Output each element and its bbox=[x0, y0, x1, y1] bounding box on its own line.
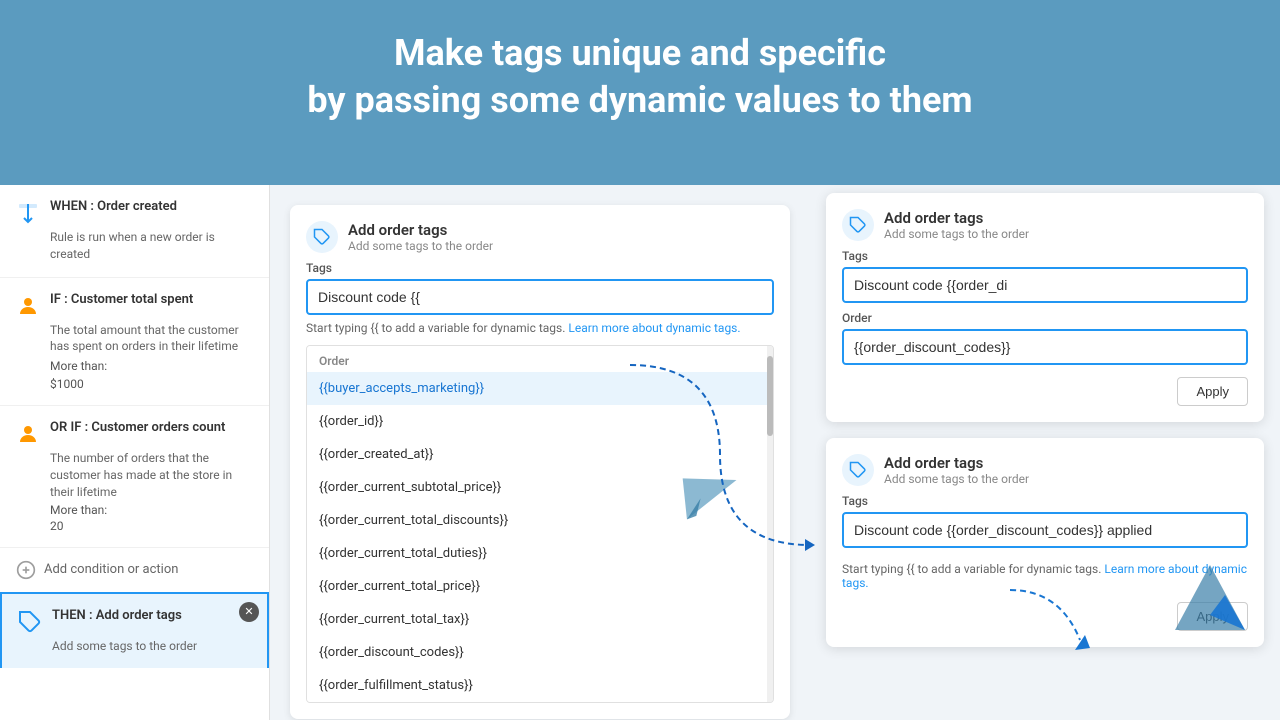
right-top-apply-button[interactable]: Apply bbox=[1177, 377, 1248, 406]
if-detail2: $1000 bbox=[16, 377, 253, 391]
dropdown-item[interactable]: {{order_discount_codes}} bbox=[307, 636, 773, 669]
sidebar-item-then[interactable]: THEN : Add order tags Add some tags to t… bbox=[0, 592, 269, 669]
arrow-decoration bbox=[1000, 580, 1100, 660]
then-title: THEN : Add order tags bbox=[52, 608, 182, 623]
tag-card-icon bbox=[313, 228, 331, 246]
right-bottom-subtitle: Add some tags to the order bbox=[884, 472, 1029, 486]
center-panel: Add order tags Add some tags to the orde… bbox=[270, 185, 810, 720]
right-top-subtitle: Add some tags to the order bbox=[884, 227, 1029, 241]
right-top-tags-input[interactable] bbox=[842, 267, 1248, 303]
dropdown-item[interactable]: {{buyer_accepts_marketing}} bbox=[307, 372, 773, 405]
hint-text: Start typing {{ to add a variable for dy… bbox=[306, 321, 774, 335]
person-icon bbox=[16, 294, 40, 318]
add-condition-button[interactable]: Add condition or action bbox=[0, 548, 269, 592]
dropdown-item[interactable]: {{order_id}} bbox=[307, 405, 773, 438]
if-detail1: More than: bbox=[16, 359, 253, 373]
right-panel: Add order tags Add some tags to the orde… bbox=[810, 185, 1280, 720]
dropdown-item[interactable]: {{order_current_total_duties}} bbox=[307, 537, 773, 570]
person-orders-icon bbox=[16, 422, 40, 446]
scrollbar-track[interactable] bbox=[767, 346, 773, 702]
add-condition-label: Add condition or action bbox=[44, 562, 178, 577]
dropdown-item[interactable]: {{order_created_at}} bbox=[307, 438, 773, 471]
right-top-section-label: Order bbox=[842, 311, 1248, 325]
if-desc: The total amount that the customer has s… bbox=[16, 322, 253, 356]
tags-field-label: Tags bbox=[306, 261, 774, 275]
orif-detail1: More than: bbox=[16, 503, 253, 517]
when-desc: Rule is run when a new order is created bbox=[16, 229, 253, 263]
dropdown-item[interactable]: {{order_fulfillment_status}} bbox=[307, 669, 773, 702]
sidebar-item-if[interactable]: IF : Customer total spent The total amou… bbox=[0, 278, 269, 407]
close-button[interactable]: ✕ bbox=[239, 602, 259, 622]
right-top-order-input[interactable] bbox=[842, 329, 1248, 365]
sidebar-item-when[interactable]: WHEN : Order created Rule is run when a … bbox=[0, 185, 269, 278]
learn-more-link[interactable]: Learn more about dynamic tags. bbox=[568, 321, 740, 335]
right-top-header: Add order tags Add some tags to the orde… bbox=[842, 209, 1248, 241]
dropdown-item[interactable]: {{order_current_total_tax}} bbox=[307, 603, 773, 636]
dropdown-section: Order bbox=[307, 346, 773, 372]
sidebar-item-orif[interactable]: OR IF : Customer orders count The number… bbox=[0, 406, 269, 547]
sidebar: WHEN : Order created Rule is run when a … bbox=[0, 185, 270, 720]
center-card-subtitle: Add some tags to the order bbox=[348, 239, 493, 253]
hero-title: Make tags unique and specific by passing… bbox=[20, 30, 1260, 124]
center-card-header: Add order tags Add some tags to the orde… bbox=[306, 221, 774, 253]
plus-circle-icon bbox=[16, 560, 36, 580]
right-bottom-title: Add order tags bbox=[884, 454, 1029, 472]
when-title: WHEN : Order created bbox=[50, 199, 177, 214]
right-bottom-tags-input[interactable] bbox=[842, 512, 1248, 548]
tag-icon-right-top bbox=[849, 216, 867, 234]
dropdown-item[interactable]: {{order_current_total_price}} bbox=[307, 570, 773, 603]
scrollbar-thumb[interactable] bbox=[767, 356, 773, 436]
right-bottom-header: Add order tags Add some tags to the orde… bbox=[842, 454, 1248, 486]
tag-icon bbox=[18, 610, 42, 634]
triangle-decoration bbox=[1170, 560, 1250, 640]
hero-section: Make tags unique and specific by passing… bbox=[0, 0, 1280, 185]
tags-input[interactable] bbox=[306, 279, 774, 315]
orif-title: OR IF : Customer orders count bbox=[50, 420, 225, 435]
right-bottom-icon bbox=[842, 454, 874, 486]
main-area: WHEN : Order created Rule is run when a … bbox=[0, 185, 1280, 720]
dropdown-container: Order {{buyer_accepts_marketing}}{{order… bbox=[306, 345, 774, 703]
orif-desc: The number of orders that the customer h… bbox=[16, 450, 253, 500]
right-card-top: Add order tags Add some tags to the orde… bbox=[826, 193, 1264, 422]
right-top-title: Add order tags bbox=[884, 209, 1029, 227]
dropdown-list: {{buyer_accepts_marketing}}{{order_id}}{… bbox=[307, 372, 773, 702]
right-top-tags-label: Tags bbox=[842, 249, 1248, 263]
then-desc: Add some tags to the order bbox=[18, 638, 251, 655]
if-title: IF : Customer total spent bbox=[50, 292, 193, 307]
tag-icon-right-bottom bbox=[849, 461, 867, 479]
right-top-icon bbox=[842, 209, 874, 241]
center-card-icon bbox=[306, 221, 338, 253]
right-bottom-tags-label: Tags bbox=[842, 494, 1248, 508]
center-card-titles: Add order tags Add some tags to the orde… bbox=[348, 221, 493, 253]
download-icon bbox=[16, 201, 40, 225]
orif-detail2: 20 bbox=[16, 519, 253, 533]
center-card: Add order tags Add some tags to the orde… bbox=[290, 205, 790, 719]
center-card-title: Add order tags bbox=[348, 221, 493, 239]
